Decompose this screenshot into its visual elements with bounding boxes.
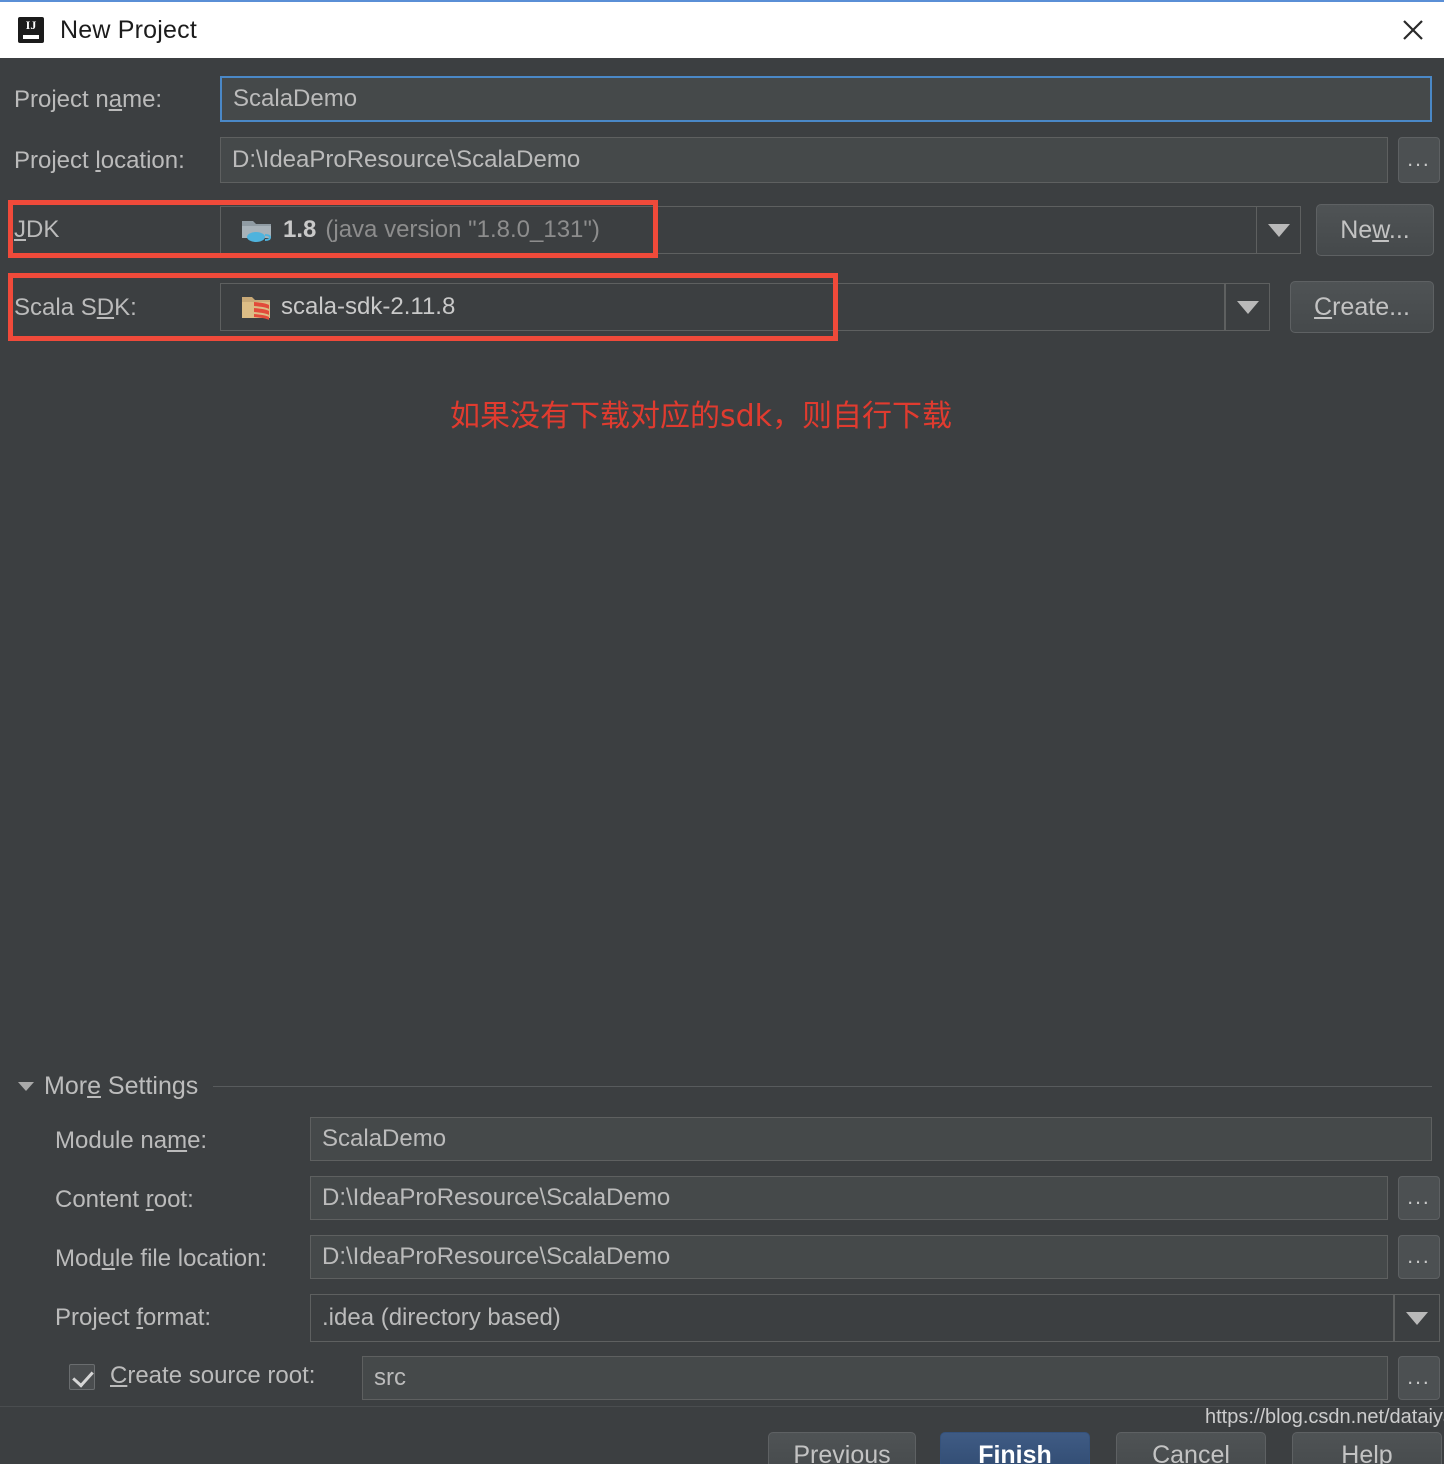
window-title-bar: New Project — [0, 0, 1444, 58]
module-name-value: ScalaDemo — [322, 1125, 447, 1152]
project-location-value: D:\IdeaProResource\ScalaDemo — [232, 146, 581, 173]
annotation-note: 如果没有下载对应的sdk，则自行下载 — [450, 399, 953, 434]
scala-sdk-dropdown-chevron-down-icon[interactable] — [1225, 283, 1270, 331]
cancel-button-label: Cancel — [1152, 1440, 1230, 1464]
more-settings-divider — [213, 1086, 1432, 1087]
module-name-label: Module name: — [55, 1127, 208, 1154]
ellipsis-icon: ... — [1407, 1186, 1431, 1209]
create-source-root-browse-button[interactable]: ... — [1398, 1356, 1440, 1400]
jdk-new-button-label: New... — [1340, 215, 1410, 244]
finish-button-label: Finish — [978, 1440, 1052, 1464]
scala-sdk-combo[interactable]: scala-sdk-2.11.8 — [220, 283, 1225, 331]
window-title: New Project — [60, 15, 197, 44]
project-name-label: Project name: — [14, 86, 163, 113]
intellij-idea-icon — [18, 17, 44, 43]
jdk-dropdown-chevron-down-icon[interactable] — [1256, 206, 1301, 254]
ellipsis-icon: ... — [1407, 148, 1431, 171]
ellipsis-icon: ... — [1407, 1366, 1431, 1389]
module-name-input[interactable]: ScalaDemo — [310, 1117, 1432, 1161]
new-project-dialog: New Project Project name: ScalaDemo Proj… — [0, 0, 1444, 1464]
previous-button[interactable]: Previous — [768, 1432, 916, 1464]
scala-sdk-value: scala-sdk-2.11.8 — [281, 293, 456, 320]
create-source-root-value: src — [374, 1364, 406, 1391]
scala-sdk-label: Scala SDK: — [14, 294, 137, 321]
scala-sdk-create-button[interactable]: Create... — [1290, 281, 1434, 333]
project-location-browse-button[interactable]: ... — [1398, 137, 1440, 183]
more-settings-expand-triangle-icon — [18, 1082, 34, 1091]
help-button[interactable]: Help — [1292, 1432, 1442, 1464]
module-file-location-browse-button[interactable]: ... — [1398, 1235, 1440, 1279]
content-root-value: D:\IdeaProResource\ScalaDemo — [322, 1184, 671, 1211]
project-format-value: .idea (directory based) — [322, 1304, 561, 1331]
project-location-label: Project location: — [14, 147, 185, 174]
jdk-version-detail: (java version "1.8.0_131") — [325, 216, 600, 243]
module-file-location-value: D:\IdeaProResource\ScalaDemo — [322, 1243, 671, 1270]
content-root-label: Content root: — [55, 1186, 194, 1213]
project-format-label: Project format: — [55, 1304, 212, 1331]
scala-sdk-create-button-label: Create... — [1314, 292, 1410, 321]
more-settings-title: More Settings — [44, 1072, 199, 1100]
cancel-button[interactable]: Cancel — [1116, 1432, 1266, 1464]
module-file-location-input[interactable]: D:\IdeaProResource\ScalaDemo — [310, 1235, 1388, 1279]
content-root-input[interactable]: D:\IdeaProResource\ScalaDemo — [310, 1176, 1388, 1220]
watermark: https://blog.csdn.net/dataiyangu — [1205, 1406, 1444, 1428]
content-root-browse-button[interactable]: ... — [1398, 1176, 1440, 1220]
help-button-label: Help — [1341, 1440, 1393, 1464]
dialog-body: Project name: ScalaDemo Project location… — [0, 58, 1444, 1464]
project-format-combo[interactable]: .idea (directory based) — [310, 1294, 1394, 1342]
jdk-label: JDK — [14, 216, 60, 243]
jdk-version: 1.8 — [283, 216, 317, 243]
more-settings-header[interactable]: More Settings — [18, 1072, 198, 1101]
project-location-input[interactable]: D:\IdeaProResource\ScalaDemo — [220, 137, 1388, 183]
ellipsis-icon: ... — [1407, 1245, 1431, 1268]
create-source-root-label: Create source root: — [110, 1362, 316, 1389]
create-source-root-checkbox[interactable] — [69, 1364, 95, 1390]
project-name-input[interactable]: ScalaDemo — [220, 76, 1432, 122]
finish-button[interactable]: Finish — [940, 1432, 1090, 1464]
create-source-root-input[interactable]: src — [362, 1356, 1388, 1400]
project-format-chevron-down-icon[interactable] — [1394, 1294, 1440, 1342]
jdk-new-button[interactable]: New... — [1316, 204, 1434, 256]
jdk-combo[interactable]: 1.8 (java version "1.8.0_131") — [220, 206, 1266, 254]
project-name-value: ScalaDemo — [233, 85, 358, 112]
jdk-folder-icon — [242, 221, 272, 242]
scala-folder-icon — [242, 296, 270, 320]
previous-button-label: Previous — [793, 1440, 891, 1464]
module-file-location-label: Module file location: — [55, 1245, 268, 1272]
close-icon[interactable] — [1382, 2, 1444, 58]
